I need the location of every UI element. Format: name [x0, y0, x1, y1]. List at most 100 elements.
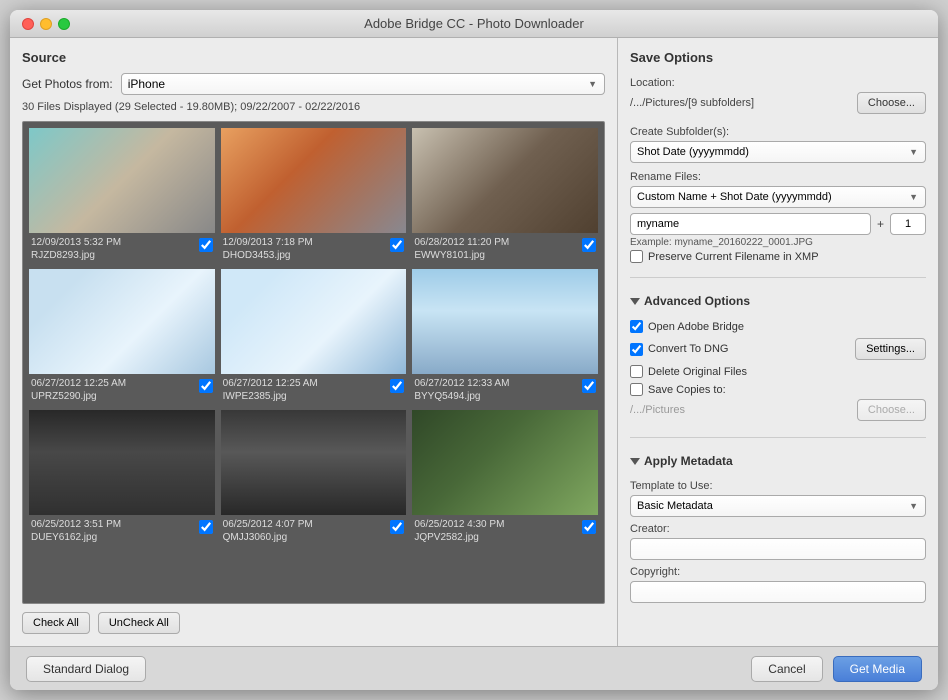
photo-thumbnail: [221, 128, 407, 233]
subfolder-section: Create Subfolder(s): Shot Date (yyyymmdd…: [630, 126, 926, 163]
photo-meta-text: 06/25/2012 4:30 PMJQPV2582.jpg: [414, 518, 504, 544]
apply-metadata-section: Template to Use: Basic Metadata Creator:…: [630, 480, 926, 603]
example-label: Example: myname_20160222_0001.JPG: [630, 237, 926, 248]
open-bridge-row: Open Adobe Bridge: [630, 320, 926, 333]
triangle-icon-2: [630, 458, 640, 465]
location-choose-button[interactable]: Choose...: [857, 92, 926, 114]
photo-meta-text: 06/28/2012 11:20 PMEWWY8101.jpg: [414, 236, 509, 262]
photo-thumbnail: [412, 410, 598, 515]
uncheck-all-button[interactable]: UnCheck All: [98, 612, 180, 634]
photo-thumbnail: [412, 128, 598, 233]
advanced-options-section: Open Adobe Bridge Convert To DNG Setting…: [630, 320, 926, 425]
subfolder-select-wrap[interactable]: Shot Date (yyyymmdd): [630, 141, 926, 163]
photo-meta-text: 06/27/2012 12:33 AMBYYQ5494.jpg: [414, 377, 509, 403]
open-bridge-check-group: Open Adobe Bridge: [630, 320, 744, 333]
custom-name-input[interactable]: [630, 213, 871, 235]
save-copies-row: Save Copies to:: [630, 383, 926, 396]
footer-right: Cancel Get Media: [751, 656, 922, 682]
get-media-button[interactable]: Get Media: [833, 656, 922, 682]
preserve-filename-row: Preserve Current Filename in XMP: [630, 250, 926, 263]
copyright-label: Copyright:: [630, 566, 926, 578]
save-copies-checkbox[interactable]: [630, 383, 643, 396]
photo-select-checkbox[interactable]: [582, 520, 596, 534]
photo-select-checkbox[interactable]: [582, 379, 596, 393]
copies-choose-button[interactable]: Choose...: [857, 399, 926, 421]
settings-button[interactable]: Settings...: [855, 338, 926, 360]
counter-input[interactable]: [890, 213, 926, 235]
photo-meta-text: 12/09/2013 7:18 PMDHOD3453.jpg: [223, 236, 313, 262]
preserve-filename-checkbox[interactable]: [630, 250, 643, 263]
creator-input[interactable]: [630, 538, 926, 560]
left-panel: Source Get Photos from: iPhone 30 Files …: [10, 38, 618, 646]
subfolder-label: Create Subfolder(s):: [630, 126, 926, 138]
delete-originals-row: Delete Original Files: [630, 365, 926, 378]
photo-select-checkbox[interactable]: [390, 238, 404, 252]
photo-select-checkbox[interactable]: [582, 238, 596, 252]
delete-originals-checkbox[interactable]: [630, 365, 643, 378]
photo-meta-text: 06/27/2012 12:25 AMUPRZ5290.jpg: [31, 377, 126, 403]
subfolder-select[interactable]: Shot Date (yyyymmdd): [630, 141, 926, 163]
photo-meta: 06/28/2012 11:20 PMEWWY8101.jpg: [412, 233, 598, 263]
divider-1: [630, 277, 926, 278]
main-window: Adobe Bridge CC - Photo Downloader Sourc…: [10, 10, 938, 690]
open-bridge-checkbox[interactable]: [630, 320, 643, 333]
rename-label: Rename Files:: [630, 171, 926, 183]
photo-meta: 06/27/2012 12:33 AMBYYQ5494.jpg: [412, 374, 598, 404]
rename-section: Rename Files: Custom Name + Shot Date (y…: [630, 171, 926, 265]
convert-dng-checkbox[interactable]: [630, 343, 643, 356]
template-select-wrap[interactable]: Basic Metadata: [630, 495, 926, 517]
photo-meta: 06/25/2012 4:07 PMQMJJ3060.jpg: [221, 515, 407, 545]
template-select[interactable]: Basic Metadata: [630, 495, 926, 517]
rename-select[interactable]: Custom Name + Shot Date (yyyymmdd): [630, 186, 926, 208]
save-copies-label: Save Copies to:: [648, 384, 726, 396]
photo-item: 06/25/2012 3:51 PMDUEY6162.jpg: [29, 410, 215, 545]
photo-item: 06/27/2012 12:33 AMBYYQ5494.jpg: [412, 269, 598, 404]
photo-meta: 06/25/2012 4:30 PMJQPV2582.jpg: [412, 515, 598, 545]
creator-label: Creator:: [630, 523, 926, 535]
photo-meta: 06/27/2012 12:25 AMUPRZ5290.jpg: [29, 374, 215, 404]
photo-grid-wrap: 12/09/2013 5:32 PMRJZD8293.jpg 12/09/2013…: [22, 121, 605, 604]
delete-originals-label: Delete Original Files: [648, 366, 747, 378]
close-button[interactable]: [22, 18, 34, 30]
photo-thumbnail: [29, 410, 215, 515]
photo-select-checkbox[interactable]: [199, 238, 213, 252]
photo-meta-text: 12/09/2013 5:32 PMRJZD8293.jpg: [31, 236, 121, 262]
photo-meta-text: 06/25/2012 3:51 PMDUEY6162.jpg: [31, 518, 121, 544]
photo-item: 06/25/2012 4:30 PMJQPV2582.jpg: [412, 410, 598, 545]
photo-item: 12/09/2013 5:32 PMRJZD8293.jpg: [29, 128, 215, 263]
photo-thumbnail: [29, 269, 215, 374]
get-photos-label: Get Photos from:: [22, 77, 113, 91]
rename-select-wrap[interactable]: Custom Name + Shot Date (yyyymmdd): [630, 186, 926, 208]
location-row: /.../Pictures/[9 subfolders] Choose...: [630, 92, 926, 114]
copies-path-row: /.../Pictures Choose...: [630, 399, 926, 421]
advanced-options-title: Advanced Options: [644, 294, 750, 308]
cancel-button[interactable]: Cancel: [751, 656, 822, 682]
photo-select-checkbox[interactable]: [199, 379, 213, 393]
maximize-button[interactable]: [58, 18, 70, 30]
window-title: Adobe Bridge CC - Photo Downloader: [364, 16, 584, 31]
photo-grid: 12/09/2013 5:32 PMRJZD8293.jpg 12/09/2013…: [29, 128, 598, 545]
save-copies-check-group: Save Copies to:: [630, 383, 726, 396]
source-select[interactable]: iPhone: [121, 73, 605, 95]
source-select-wrap[interactable]: iPhone: [121, 73, 605, 95]
photo-item: 06/27/2012 12:25 AMUPRZ5290.jpg: [29, 269, 215, 404]
photo-item: 12/09/2013 7:18 PMDHOD3453.jpg: [221, 128, 407, 263]
triangle-icon: [630, 298, 640, 305]
minimize-button[interactable]: [40, 18, 52, 30]
convert-dng-row: Convert To DNG Settings...: [630, 338, 926, 360]
copies-path: /.../Pictures: [630, 404, 849, 416]
photo-select-checkbox[interactable]: [390, 379, 404, 393]
apply-metadata-title: Apply Metadata: [644, 454, 733, 468]
save-options-title: Save Options: [630, 50, 926, 65]
check-all-button[interactable]: Check All: [22, 612, 90, 634]
photo-select-checkbox[interactable]: [199, 520, 213, 534]
standard-dialog-button[interactable]: Standard Dialog: [26, 656, 146, 682]
copyright-input[interactable]: [630, 581, 926, 603]
photo-select-checkbox[interactable]: [390, 520, 404, 534]
traffic-lights: [22, 18, 70, 30]
convert-dng-label: Convert To DNG: [648, 343, 729, 355]
source-row: Get Photos from: iPhone: [22, 73, 605, 95]
photo-item: 06/25/2012 4:07 PMQMJJ3060.jpg: [221, 410, 407, 545]
photo-meta: 06/25/2012 3:51 PMDUEY6162.jpg: [29, 515, 215, 545]
main-content: Source Get Photos from: iPhone 30 Files …: [10, 38, 938, 646]
